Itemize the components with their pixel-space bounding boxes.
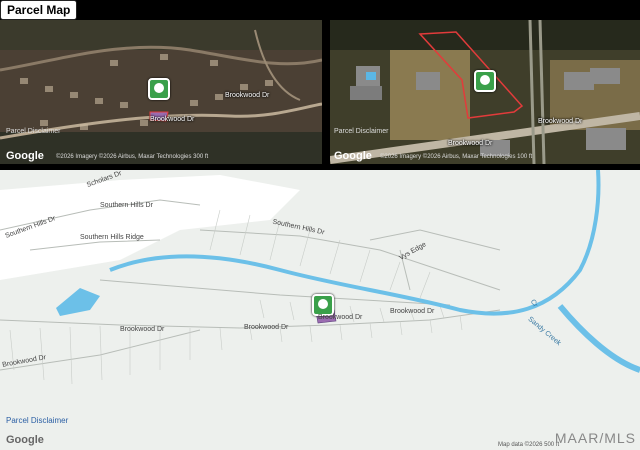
parcel-pin-icon[interactable] <box>474 70 496 92</box>
map-attribution: Map data ©2026 500 ft <box>498 442 560 448</box>
parcel-disclaimer-link[interactable]: Parcel Disclaimer <box>334 128 388 135</box>
parcel-map-tab[interactable]: Parcel Map <box>0 0 78 20</box>
parcel-disclaimer-link[interactable]: Parcel Disclaimer <box>6 416 68 425</box>
street-label: Brookwood Dr <box>120 326 165 333</box>
map-attribution: ©2026 Imagery ©2026 Airbus, Maxar Techno… <box>380 154 533 160</box>
google-logo: Google <box>6 150 44 162</box>
street-label: Brookwood Dr <box>150 116 195 123</box>
street-label: Southern Hills Ridge <box>80 234 144 241</box>
street-label: Brookwood Dr <box>448 140 493 147</box>
satellite-map-close[interactable]: Brookwood Dr Brookwood Dr Parcel Disclai… <box>330 20 640 164</box>
road-map[interactable]: Scholars Dr Southern Hills Dr Southern H… <box>0 170 640 450</box>
map-attribution: ©2026 Imagery ©2026 Airbus, Maxar Techno… <box>56 154 209 160</box>
maar-mls-watermark: MAAR/MLS <box>554 430 636 446</box>
parcel-pin-icon[interactable] <box>148 78 170 100</box>
parcel-disclaimer-link[interactable]: Parcel Disclaimer <box>6 128 60 135</box>
street-label: Brookwood Dr <box>538 118 583 125</box>
street-label: Brookwood Dr <box>318 314 363 321</box>
street-label: Brookwood Dr <box>244 324 289 331</box>
google-logo: Google <box>6 434 44 446</box>
street-label: Brookwood Dr <box>390 308 435 315</box>
street-label: Southern Hills Dr <box>100 202 153 209</box>
parcel-pin-icon[interactable] <box>312 294 334 316</box>
satellite-map-wide[interactable]: Brookwood Dr Brookwood Dr Parcel Disclai… <box>0 20 322 164</box>
street-label: Brookwood Dr <box>225 92 270 99</box>
google-logo: Google <box>334 150 372 162</box>
